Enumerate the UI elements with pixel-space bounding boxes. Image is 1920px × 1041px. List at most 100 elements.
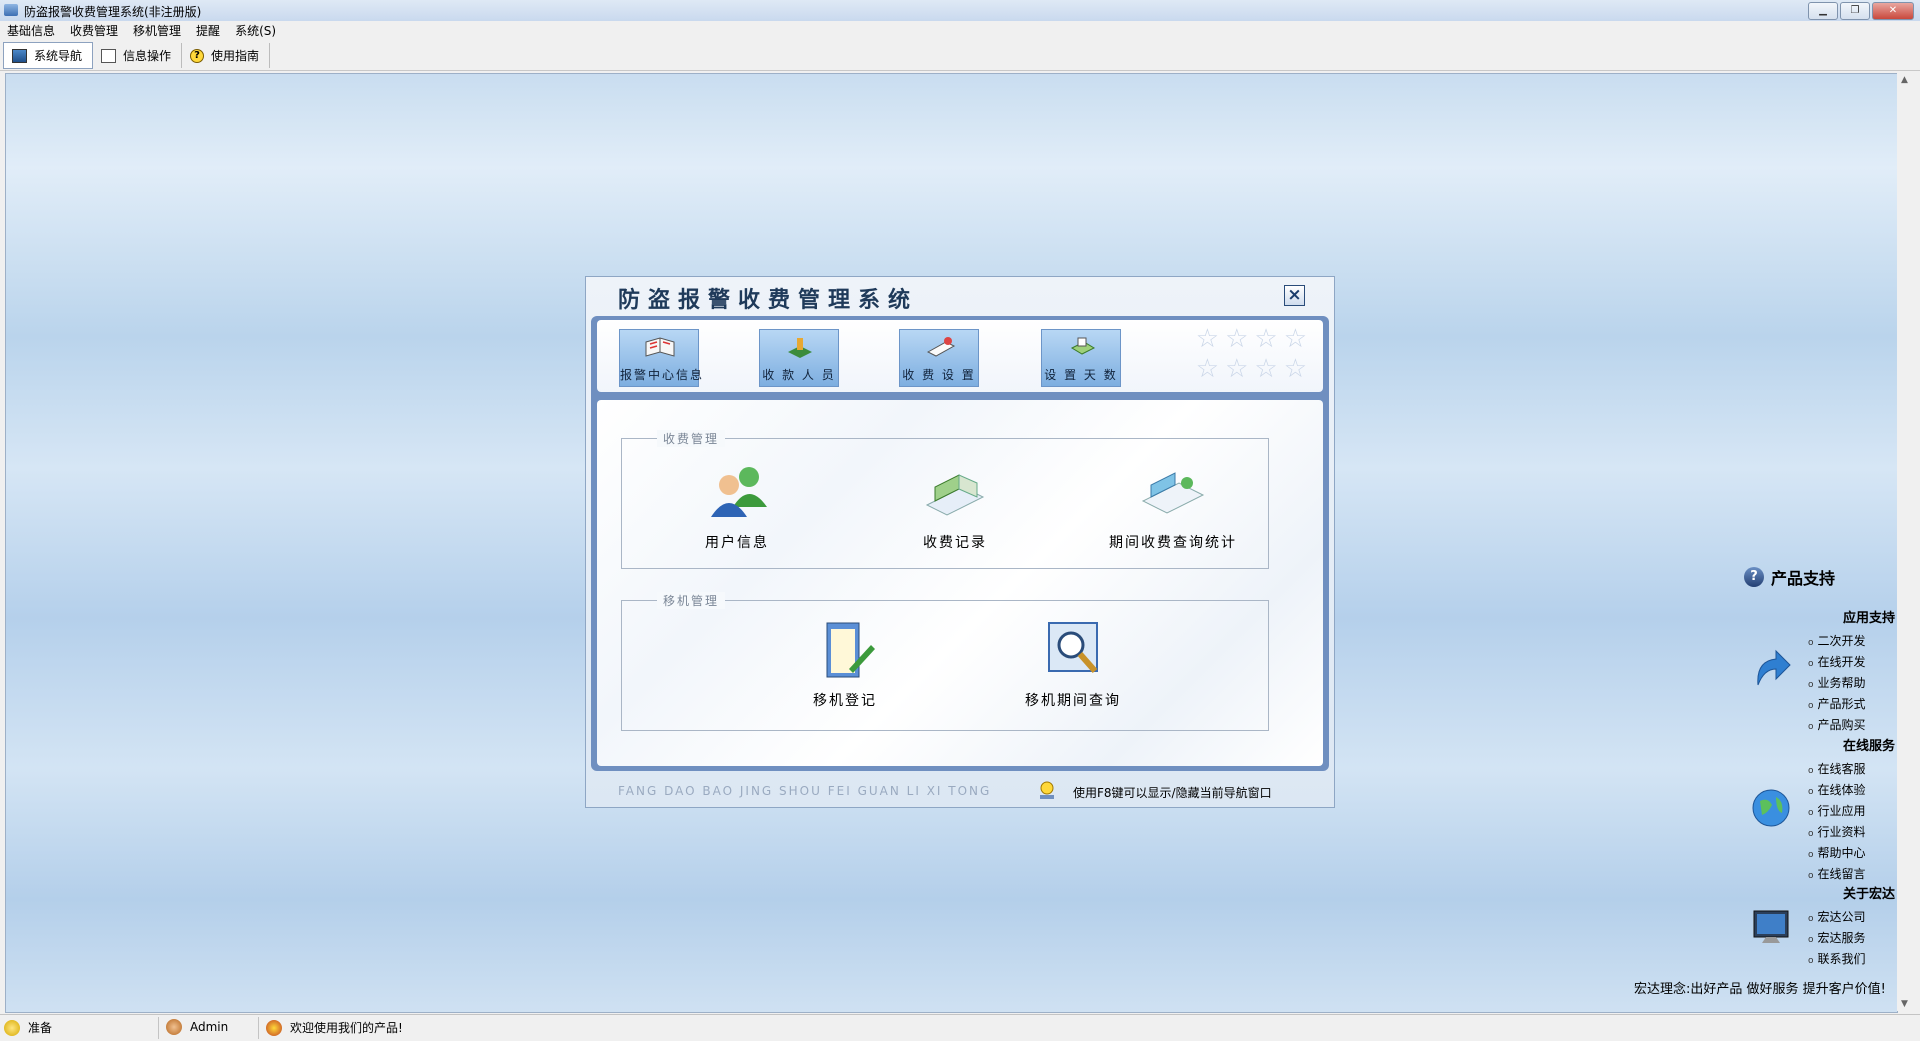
cashier-staff-button[interactable]: 收 款 人 员 — [759, 329, 839, 387]
window-controls: ▁ ❐ ✕ — [1808, 2, 1914, 20]
welcome-icon — [266, 1019, 282, 1036]
status-text: Admin — [190, 1020, 229, 1034]
relocation-management-group: 移机管理 移机登记 移机期间查询 — [621, 592, 1269, 731]
item-label: 期间收费查询统计 — [1109, 535, 1237, 551]
close-icon[interactable]: ✕ — [1872, 2, 1914, 20]
menu-reminder[interactable]: 提醒 — [189, 21, 228, 41]
group-title: 收费管理 — [657, 430, 726, 447]
section-title: 在线服务 — [1842, 739, 1895, 754]
lightbulb-icon — [1040, 781, 1054, 799]
button-label: 报警中心信息 — [620, 368, 705, 382]
button-label: 收 款 人 员 — [762, 368, 836, 382]
dialog-title: 防盗报警收费管理系统 — [618, 288, 919, 313]
menu-relocation-management[interactable]: 移机管理 — [126, 21, 189, 41]
alarm-center-info-button[interactable]: 报警中心信息 — [619, 329, 705, 387]
about-hongda-section: 关于宏达 宏达公司 宏达服务 联系我们 — [1740, 883, 1895, 971]
menu-charge-management[interactable]: 收费管理 — [63, 21, 126, 41]
arrow-icon — [1757, 649, 1791, 686]
status-text: 欢迎使用我们的产品! — [290, 1021, 403, 1035]
cashier-icon — [788, 338, 812, 358]
support-link[interactable]: 二次开发 — [1808, 632, 1895, 653]
status-divider — [158, 1017, 159, 1039]
navigation-dialog: 防盗报警收费管理系统 × ☆☆☆☆ ☆☆☆☆ 报警中心信息 收 款 人 员 收 费… — [585, 276, 1335, 808]
status-bar: 准备 Admin 欢迎使用我们的产品! — [0, 1014, 1920, 1041]
toolbar-label: 使用指南 — [211, 49, 260, 63]
menu-system[interactable]: 系统(S) — [228, 21, 284, 41]
toolbar-info-operation[interactable]: 信息操作 — [93, 43, 183, 68]
status-welcome: 欢迎使用我们的产品! — [266, 1019, 403, 1036]
charge-management-group: 收费管理 用户信息 收费记录 期间收费查询统计 — [621, 430, 1269, 569]
magnifier-icon — [1048, 622, 1098, 673]
relocation-period-query-item[interactable]: 移机期间查询 — [998, 619, 1148, 710]
records-icon — [925, 474, 985, 516]
button-label: 收 费 设 置 — [902, 368, 976, 382]
minimize-icon[interactable]: ▁ — [1808, 2, 1838, 20]
set-days-button[interactable]: 设 置 天 数 — [1041, 329, 1121, 387]
scroll-up-icon[interactable]: ▲ — [1901, 75, 1908, 85]
group-title: 移机管理 — [657, 592, 726, 609]
dialog-close-button[interactable]: × — [1284, 285, 1305, 306]
stars-decoration: ☆☆☆☆ ☆☆☆☆ — [1195, 324, 1313, 384]
product-support-panel: ? 产品支持 应用支持 二次开发 在线开发 业务帮助 产品形式 产品购买 在线服… — [1740, 565, 1900, 1000]
online-service-section: 在线服务 在线客服 在线体验 行业应用 行业资料 帮助中心 在线留言 — [1740, 735, 1895, 886]
support-link[interactable]: 行业资料 — [1808, 823, 1895, 844]
dialog-footer: FANG DAO BAO JING SHOU FEI GUAN LI XI TO… — [586, 774, 1334, 807]
support-link[interactable]: 帮助中心 — [1808, 844, 1895, 865]
support-link[interactable]: 宏达公司 — [1808, 908, 1895, 929]
support-link[interactable]: 产品购买 — [1808, 716, 1895, 737]
footer-hint: 使用F8键可以显示/隐藏当前导航窗口 — [1073, 786, 1272, 800]
settings-icon — [926, 337, 956, 357]
menu-bar: 基础信息 收费管理 移机管理 提醒 系统(S) — [0, 21, 1920, 41]
computer-icon — [1753, 910, 1789, 943]
company-motto: 宏达理念:出好产品 做好服务 提升客户价值! — [1634, 982, 1886, 997]
toolbar-user-guide[interactable]: ? 使用指南 — [182, 43, 271, 68]
support-link[interactable]: 产品形式 — [1808, 695, 1895, 716]
status-user: Admin — [166, 1019, 228, 1035]
support-link[interactable]: 行业应用 — [1808, 802, 1895, 823]
restore-icon[interactable]: ❐ — [1840, 2, 1870, 20]
globe-icon — [1752, 789, 1790, 827]
users-icon — [711, 467, 767, 517]
footer-pinyin: FANG DAO BAO JING SHOU FEI GUAN LI XI TO… — [618, 784, 992, 798]
toolbar-system-navigation[interactable]: 系统导航 — [3, 42, 94, 69]
app-icon — [4, 4, 18, 16]
support-link[interactable]: 联系我们 — [1808, 950, 1895, 971]
application-support-section: 应用支持 二次开发 在线开发 业务帮助 产品形式 产品购买 — [1740, 607, 1895, 737]
user-info-item[interactable]: 用户信息 — [662, 461, 812, 552]
toolbar-label: 信息操作 — [123, 49, 172, 63]
item-label: 移机期间查询 — [1025, 693, 1121, 709]
support-link[interactable]: 在线开发 — [1808, 653, 1895, 674]
calendar-icon — [1070, 337, 1096, 355]
window-title-bar: 防盗报警收费管理系统(非注册版) ▁ ❐ ✕ — [0, 0, 1920, 22]
document-icon — [101, 48, 117, 63]
support-link[interactable]: 宏达服务 — [1808, 929, 1895, 950]
question-icon: ? — [1744, 567, 1764, 587]
relocation-register-item[interactable]: 移机登记 — [770, 619, 920, 710]
support-link[interactable]: 业务帮助 — [1808, 674, 1895, 695]
support-link[interactable]: 在线体验 — [1808, 781, 1895, 802]
support-title: 产品支持 — [1771, 569, 1836, 588]
support-link[interactable]: 在线客服 — [1808, 760, 1895, 781]
item-label: 收费记录 — [923, 535, 987, 551]
book-icon — [645, 337, 675, 357]
statistics-icon — [1141, 472, 1205, 514]
section-title: 关于宏达 — [1842, 887, 1895, 902]
monitor-icon — [12, 48, 27, 63]
menu-basic-info[interactable]: 基础信息 — [0, 21, 63, 41]
section-title: 应用支持 — [1842, 611, 1895, 626]
ready-icon — [4, 1019, 20, 1036]
charge-settings-button[interactable]: 收 费 设 置 — [899, 329, 979, 387]
toolbar: 系统导航 信息操作 ? 使用指南 — [0, 41, 1920, 71]
support-header: ? 产品支持 — [1744, 565, 1835, 589]
charge-records-item[interactable]: 收费记录 — [880, 461, 1030, 552]
status-divider — [258, 1017, 259, 1039]
window-title: 防盗报警收费管理系统(非注册版) — [24, 5, 202, 19]
status-text: 准备 — [28, 1021, 53, 1035]
item-label: 移机登记 — [813, 693, 877, 709]
period-charge-statistics-item[interactable]: 期间收费查询统计 — [1098, 461, 1248, 552]
register-icon — [826, 622, 875, 678]
user-icon — [166, 1019, 182, 1035]
toolbar-label: 系统导航 — [34, 49, 83, 63]
scroll-down-icon[interactable]: ▼ — [1901, 999, 1908, 1009]
button-label: 设 置 天 数 — [1044, 368, 1118, 382]
